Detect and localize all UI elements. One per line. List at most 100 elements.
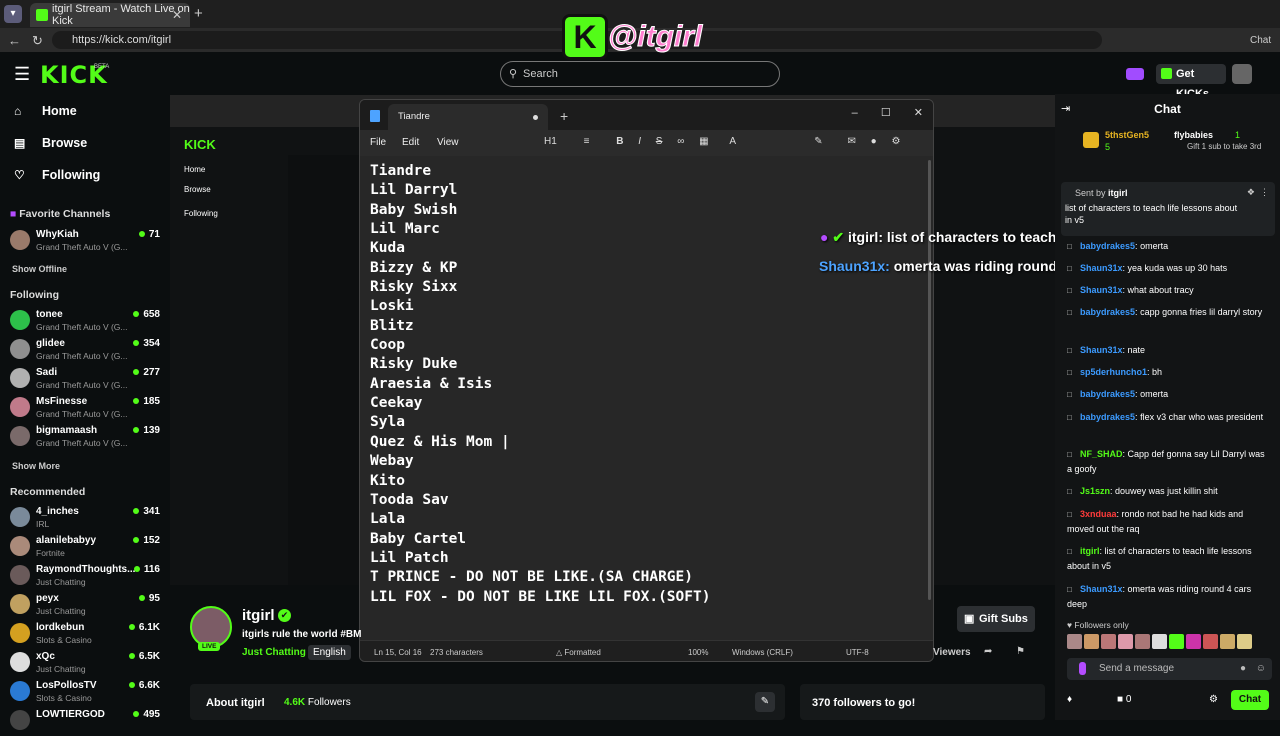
format-mode[interactable]: △ Formatted (556, 648, 601, 657)
emote-icon[interactable] (1220, 634, 1235, 649)
points-icon[interactable]: ■ 0 (1117, 694, 1131, 705)
close-tab-icon[interactable]: ✕ (172, 8, 182, 22)
chat-username[interactable]: sp5derhuncho1 (1080, 367, 1147, 377)
pin-icon[interactable]: ❖ (1247, 187, 1255, 198)
table-icon[interactable]: ▦ (699, 136, 708, 147)
channel-row[interactable]: LOWTIERGOD 495 (10, 708, 160, 736)
menu-icon[interactable]: ☰ (14, 64, 30, 85)
get-kicks-button[interactable]: Get KICKs (1156, 64, 1226, 100)
emoji-icon[interactable]: ☺ (1256, 658, 1266, 680)
stream-category[interactable]: Just Chatting (242, 647, 306, 658)
menu-file[interactable]: File (370, 137, 386, 148)
pinned-by-label: Sent by (1075, 188, 1106, 198)
settings-gear-icon[interactable]: ⚙ (1209, 694, 1218, 705)
channel-row[interactable]: WhyKiah Grand Theft Auto V (G... 71 (10, 228, 160, 256)
pinned-message[interactable]: Sent by itgirl list of characters to tea… (1061, 182, 1275, 236)
browser-tab[interactable]: itgirl Stream - Watch Live on Kick ✕ (30, 3, 190, 27)
emote-icon[interactable] (1135, 634, 1150, 649)
emote-icon[interactable] (1237, 634, 1252, 649)
channel-row[interactable]: glidee Grand Theft Auto V (G... 354 (10, 337, 160, 365)
show-offline-link[interactable]: Show Offline (12, 264, 67, 274)
sidebar-item-following[interactable]: ♡ Following (14, 168, 100, 182)
more-icon[interactable]: ⚑ (1016, 646, 1025, 657)
search-input[interactable]: ⚲ Search (500, 61, 780, 87)
gift-subs-button[interactable]: Gift Subs (957, 606, 1035, 632)
heading-dropdown[interactable]: H1 (544, 136, 557, 147)
sidebar-item-home[interactable]: ⌂ Home (14, 104, 77, 118)
chat-username[interactable]: itgirl (1080, 546, 1100, 556)
streamer-name[interactable]: itgirl (242, 607, 275, 624)
user-avatar[interactable] (1232, 64, 1252, 84)
link-icon[interactable]: ∞ (677, 136, 684, 147)
tab-search-button[interactable]: ▾ (4, 5, 22, 23)
emote-icon[interactable] (1203, 634, 1218, 649)
scrollbar[interactable] (928, 160, 931, 600)
channel-row[interactable]: 4_inches IRL 341 (10, 505, 160, 533)
voice-icon[interactable]: ● (1240, 658, 1246, 680)
emote-icon[interactable] (1152, 634, 1167, 649)
gift-icon[interactable]: ♦ (1067, 694, 1072, 705)
emote-icon[interactable] (1186, 634, 1201, 649)
channel-row[interactable]: MsFinesse Grand Theft Auto V (G... 185 (10, 395, 160, 423)
sidebar-item-browse[interactable]: ▤ Browse (14, 136, 87, 150)
emote-icon[interactable] (1084, 634, 1099, 649)
mic-icon[interactable] (1079, 662, 1086, 675)
settings-gear-icon[interactable]: ⚙ (891, 136, 900, 147)
back-icon[interactable]: ← (8, 33, 21, 48)
share-icon[interactable]: ✉ (847, 136, 855, 147)
chat-input[interactable]: Send a message ● ☺ (1067, 658, 1272, 680)
clear-format-icon[interactable]: A (729, 136, 735, 147)
emote-icon[interactable] (1101, 634, 1116, 649)
notepad-window[interactable]: Tiandre + – ☐ ✕ File Edit View H1 ≡ B I … (359, 99, 934, 662)
channel-row[interactable]: bigmamaash Grand Theft Auto V (G... 139 (10, 424, 160, 452)
notepad-new-tab-button[interactable]: + (560, 108, 568, 124)
chat-username[interactable]: Shaun31x (1080, 584, 1123, 594)
language-tag[interactable]: English (308, 645, 351, 660)
channel-row[interactable]: xQc Just Chatting 6.5K (10, 650, 160, 678)
emote-icon[interactable] (1118, 634, 1133, 649)
new-tab-button[interactable]: + (194, 5, 203, 22)
chat-username[interactable]: babydrakes5 (1080, 307, 1135, 317)
kicks-icon[interactable] (1126, 68, 1144, 80)
maximize-icon[interactable]: ☐ (881, 107, 891, 119)
reload-icon[interactable]: ↻ (32, 33, 43, 49)
list-icon[interactable]: ≡ (584, 136, 590, 147)
channel-row[interactable]: lordkebun Slots & Casino 6.1K (10, 621, 160, 649)
channel-row[interactable]: RaymondThoughts... Just Chatting 116 (10, 563, 160, 591)
close-icon[interactable]: ✕ (914, 107, 923, 119)
channel-row[interactable]: peyx Just Chatting 95 (10, 592, 160, 620)
menu-edit[interactable]: Edit (402, 137, 419, 148)
notepad-statusbar: Ln 15, Col 16 273 characters △ Formatted… (360, 640, 933, 661)
share-icon[interactable]: ➦ (984, 646, 992, 657)
chat-username[interactable]: Shaun31x (1080, 263, 1123, 273)
pinned-menu-icon[interactable]: ⋮ (1260, 187, 1269, 198)
italic-icon[interactable]: I (638, 136, 641, 147)
send-chat-button[interactable]: Chat (1231, 690, 1269, 710)
bold-icon[interactable]: B (616, 136, 623, 147)
minimize-icon[interactable]: – (852, 107, 858, 119)
chat-username[interactable]: Shaun31x (1080, 345, 1123, 355)
chat-username[interactable]: NF_SHAD (1080, 449, 1123, 459)
emote-icon[interactable] (1067, 634, 1082, 649)
strikethrough-icon[interactable]: S (656, 136, 663, 147)
chat-username[interactable]: babydrakes5 (1080, 389, 1135, 399)
account-icon[interactable]: ● (871, 136, 877, 147)
chat-username[interactable]: babydrakes5 (1080, 241, 1135, 251)
channel-row[interactable]: Sadi Grand Theft Auto V (G... 277 (10, 366, 160, 394)
chat-username[interactable]: 3xnduaa (1080, 509, 1117, 519)
show-more-link[interactable]: Show More (12, 461, 60, 471)
chat-username[interactable]: Shaun31x (1080, 285, 1123, 295)
banner-name: @itgirl (607, 20, 703, 54)
edit-icon[interactable]: ✎ (755, 692, 775, 712)
chat-username[interactable]: Js1szn (1080, 486, 1110, 496)
channel-row[interactable]: LosPollosTV Slots & Casino 6.6K (10, 679, 160, 707)
notepad-tab[interactable]: Tiandre (388, 104, 548, 130)
channel-row[interactable]: alanilebabyy Fortnite 152 (10, 534, 160, 562)
menu-view[interactable]: View (437, 137, 459, 148)
live-badge: LIVE (198, 642, 221, 651)
chat-username[interactable]: babydrakes5 (1080, 412, 1135, 422)
emote-icon[interactable] (1169, 634, 1184, 649)
channel-row[interactable]: tonee Grand Theft Auto V (G... 658 (10, 308, 160, 336)
copilot-icon[interactable]: ✎ (814, 136, 822, 147)
chat-extension-label[interactable]: Chat (1250, 35, 1271, 46)
